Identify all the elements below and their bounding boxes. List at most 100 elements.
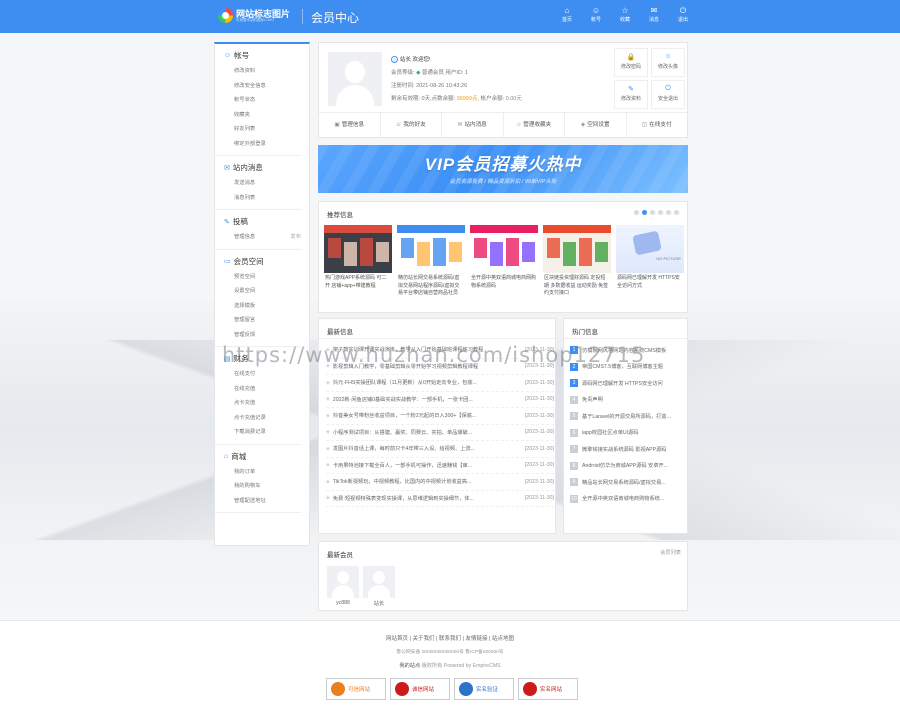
sidebar-item[interactable]: 点卡充值记录 bbox=[224, 411, 301, 426]
carousel-dot[interactable] bbox=[634, 210, 639, 215]
sidebar-item[interactable]: 在线支付 bbox=[224, 367, 301, 382]
footer-site-name[interactable]: 我的站点 bbox=[399, 663, 420, 669]
profile-tab-5[interactable]: ◫ 在线支付 bbox=[627, 113, 688, 137]
footer-links[interactable]: 网站首页 | 关于我们 | 联系我们 | 友情链接 | 站点地图 bbox=[0, 634, 900, 642]
sidebar-item[interactable]: 好友列表 bbox=[224, 122, 301, 137]
carousel-dot[interactable] bbox=[658, 210, 663, 215]
news-title-link[interactable]: 抖元·FHS实操团队课程（11月更新）从0开始走向专业，包装... bbox=[333, 379, 521, 386]
hot-row[interactable]: 7 微擎钱接实战系统源码 影视APP源码 bbox=[570, 441, 685, 458]
recommend-caption[interactable]: 热门游戏APP系统源码 可二开 店铺+app+带建教程 bbox=[324, 275, 392, 290]
members-more-link[interactable]: 会员列表 bbox=[660, 549, 681, 556]
sidebar-item[interactable]: 我的购物车 bbox=[224, 479, 301, 494]
topnav-item-2[interactable]: ☆ 收藏 bbox=[616, 6, 634, 23]
member-avatar[interactable] bbox=[327, 566, 359, 598]
sidebar-item[interactable]: 修改资料 bbox=[224, 64, 301, 79]
news-row[interactable]: ◈ 小程序测试项目：从搭建、赢奖、同赛云、实拍、单品爆破... [2023-11-3… bbox=[326, 425, 554, 441]
sidebar-item[interactable]: 我的订单 bbox=[224, 465, 301, 480]
hot-title-link[interactable]: 源码网已理解开发 HTTPS安全访问 bbox=[582, 380, 663, 387]
profile-tab-0[interactable]: ▣ 管理信息 bbox=[319, 113, 381, 137]
recommend-caption[interactable]: 区块链投资理财源码 定投短期 多数据收益 运动奖励 免签约支付接口 bbox=[543, 275, 611, 298]
sidebar-item[interactable]: 帐号状态 bbox=[224, 93, 301, 108]
sidebar-item[interactable]: 选择模板 bbox=[224, 299, 301, 314]
quick-button-2[interactable]: ✎ 修改资料 bbox=[614, 80, 648, 109]
hot-row[interactable]: 6 iapp校园社区点单UI源码 bbox=[570, 425, 685, 442]
news-title-link[interactable]: 2022新·闲鱼店铺0基础实战实战教学：一部手机，一张卡团... bbox=[333, 396, 521, 403]
sidebar-item[interactable]: 下载消费记录 bbox=[224, 425, 301, 440]
carousel-dot[interactable] bbox=[650, 210, 655, 215]
news-row[interactable]: ◈ 发图片抖音话上课，每时前只卡4年带三入设、给视频、上流... [2023-11-… bbox=[326, 441, 554, 458]
member-avatar[interactable] bbox=[363, 566, 395, 598]
hot-row[interactable]: 10 全开源中英双语商城电商购物系统... bbox=[570, 491, 685, 508]
topnav-item-0[interactable]: ⌂ 首页 bbox=[558, 6, 576, 23]
hot-title-link[interactable]: Android仿华为商城APP源码 安卓开... bbox=[582, 462, 668, 469]
hot-title-link[interactable]: 免责声明 bbox=[582, 396, 603, 403]
hot-row[interactable]: 8 Android仿华为商城APP源码 安卓开... bbox=[570, 458, 685, 475]
sidebar-item[interactable]: 管理配送地址 bbox=[224, 494, 301, 509]
recommend-item[interactable]: 精仿站长网交易系统源码/虚拟交易网站程序源码/虚拟交易平台带店铺自营商品社员 bbox=[397, 225, 465, 298]
site-logo[interactable]: 网站标志图片 可放置本站的图标LOGO bbox=[218, 7, 298, 27]
sidebar-item[interactable]: 收藏夹 bbox=[224, 108, 301, 123]
sidebar-item[interactable]: 预览空间 bbox=[224, 270, 301, 285]
trust-badge[interactable]: 诚信网站 bbox=[390, 678, 450, 700]
sidebar-item[interactable]: 点卡充值 bbox=[224, 396, 301, 411]
recommend-caption[interactable]: 全开源中英双语商城电商网购物系统源码 bbox=[470, 275, 538, 290]
sidebar-item[interactable]: 修改安全信息 bbox=[224, 79, 301, 94]
member-name[interactable]: yc888 bbox=[327, 600, 359, 606]
news-row[interactable]: ◈ 2022新·闲鱼店铺0基础实战实战教学：一部手机，一张卡团... [2023-1… bbox=[326, 392, 554, 408]
hot-title-link[interactable]: 微擎钱接实战系统源码 影视APP源码 bbox=[582, 446, 666, 453]
topnav-item-3[interactable]: ✉ 消息 bbox=[645, 6, 663, 23]
topnav-item-1[interactable]: ☺ 帐号 bbox=[587, 6, 605, 23]
recommend-item[interactable]: 区块链投资理财源码 定投短期 多数据收益 运动奖励 免签约支付接口 bbox=[543, 225, 611, 298]
hot-title-link[interactable]: iapp校园社区点单UI源码 bbox=[582, 429, 639, 436]
sidebar-item[interactable]: 绑定外部登录 bbox=[224, 137, 301, 152]
hot-row[interactable]: 5 基于Laravel的开源交易所源码，打造... bbox=[570, 408, 685, 425]
news-title-link[interactable]: 免费·短视频特殊表变现实操课，从思维逻辑到实操细节，体... bbox=[333, 495, 521, 502]
avatar[interactable] bbox=[328, 52, 382, 106]
profile-tab-4[interactable]: ◈ 空间设置 bbox=[565, 113, 627, 137]
sidebar-item[interactable]: 管理反馈 bbox=[224, 328, 301, 343]
news-row[interactable]: ◈ 卡用果特池接下载全百人，一部手机可操作，迅速赚钱【审... [2023-11-3… bbox=[326, 458, 554, 474]
hot-title-link[interactable]: 基于Laravel的开源交易所源码，打造... bbox=[582, 413, 671, 420]
member-name[interactable]: 站长 bbox=[363, 600, 395, 607]
quick-button-3[interactable]: ⏻ 安全退出 bbox=[651, 80, 685, 109]
trust-badge[interactable]: 实名网站 bbox=[518, 678, 578, 700]
hot-title-link[interactable]: 精品站长网交易系统源码/虚拟交易... bbox=[582, 479, 666, 486]
hot-row[interactable]: 3 源码网已理解开发 HTTPS安全访问 bbox=[570, 375, 685, 392]
recommend-thumbnail[interactable] bbox=[397, 225, 465, 273]
sidebar-item[interactable]: 管理留言 bbox=[224, 313, 301, 328]
topnav-item-4[interactable]: ⏻ 退出 bbox=[674, 6, 692, 23]
member-item[interactable]: 站长 bbox=[363, 566, 395, 607]
hot-title-link[interactable]: 全开源中英双语商城电商购物系统... bbox=[582, 495, 664, 502]
trust-badge[interactable]: 可信网站 bbox=[326, 678, 386, 700]
sidebar-item[interactable]: 设置空间 bbox=[224, 284, 301, 299]
profile-tab-1[interactable]: ☺ 我的好友 bbox=[381, 113, 442, 137]
news-title-link[interactable]: 发图片抖音话上课，每时前只卡4年带三入设、给视频、上流... bbox=[333, 445, 521, 452]
recommend-item[interactable]: 全开源中英双语商城电商网购物系统源码 bbox=[470, 225, 538, 298]
quick-button-1[interactable]: ☺ 修改头像 bbox=[651, 48, 685, 77]
recommend-caption[interactable]: 精仿站长网交易系统源码/虚拟交易网站程序源码/虚拟交易平台带店铺自营商品社员 bbox=[397, 275, 465, 298]
recommend-item[interactable]: 热门游戏APP系统源码 可二开 店铺+app+带建教程 bbox=[324, 225, 392, 298]
carousel-dot[interactable] bbox=[642, 210, 647, 215]
sidebar-item[interactable]: 管理信息 发布 bbox=[224, 230, 301, 245]
hot-row[interactable]: 4 免责声明 bbox=[570, 392, 685, 409]
sidebar-publish-link[interactable]: 发布 bbox=[290, 230, 301, 245]
recommend-item[interactable]: NO PICTURE 源码网已理解开发 HTTPS安全访问方式 bbox=[616, 225, 684, 298]
news-title-link[interactable]: 抖音美女号带粉丝收益项目，一个粉2元起的日入300+【保底... bbox=[333, 412, 521, 419]
news-row[interactable]: ◈ 免费·短视频特殊表变现实操课，从思维逻辑到实操细节，体... [2023-11-… bbox=[326, 491, 554, 507]
news-row[interactable]: ◈ TikTok新视频玩，中视频教程，比国内的中视频计划收益高... [2023-1… bbox=[326, 474, 554, 491]
trust-badge[interactable]: 实名验证 bbox=[454, 678, 514, 700]
sidebar-item[interactable]: 消息列表 bbox=[224, 191, 301, 206]
news-title-link[interactable]: TikTok新视频玩，中视频教程，比国内的中视频计划收益高... bbox=[333, 478, 521, 485]
vip-banner[interactable]: VIP会员招募火热中 会员资源免费 / 精品资源折扣 / 99新VIP头衔 bbox=[318, 145, 688, 193]
sidebar-item[interactable]: 发送消息 bbox=[224, 176, 301, 191]
profile-tab-3[interactable]: ☆ 管理收藏夹 bbox=[504, 113, 565, 137]
sidebar-item[interactable]: 在线充值 bbox=[224, 382, 301, 397]
carousel-dot[interactable] bbox=[666, 210, 671, 215]
quick-button-0[interactable]: 🔒 修改密码 bbox=[614, 48, 648, 77]
member-item[interactable]: yc888 bbox=[327, 566, 359, 607]
hot-row[interactable]: 9 精品站长网交易系统源码/虚拟交易... bbox=[570, 474, 685, 491]
news-row[interactable]: ◈ 抖元·FHS实操团队课程（11月更新）从0开始走向专业，包装... [2023-… bbox=[326, 375, 554, 392]
carousel-dot[interactable] bbox=[674, 210, 679, 215]
recommend-thumbnail[interactable] bbox=[324, 225, 392, 273]
recommend-thumbnail[interactable] bbox=[543, 225, 611, 273]
